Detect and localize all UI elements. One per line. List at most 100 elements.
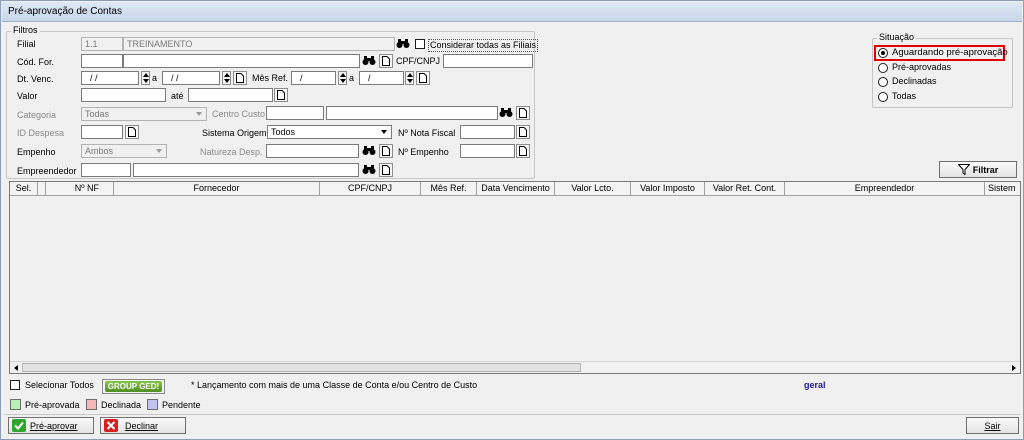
- valor-from-field[interactable]: [81, 88, 166, 102]
- mes-ref-from-field[interactable]: /: [291, 71, 336, 85]
- dt-venc-to-field[interactable]: / /: [162, 71, 220, 85]
- dt-venc-from-field[interactable]: / /: [81, 71, 139, 85]
- n-empenho-field[interactable]: [460, 144, 515, 158]
- new-document-icon[interactable]: [379, 144, 393, 158]
- centro-custo-name-field[interactable]: [326, 106, 498, 120]
- consider-all-label: Considerar todas as Filiais: [428, 39, 539, 52]
- declinar-button[interactable]: Declinar: [100, 417, 186, 434]
- scroll-left-icon[interactable]: [11, 363, 21, 373]
- col-header-vencimento[interactable]: Data Vencimento: [477, 182, 555, 196]
- title-bar: Pré-aprovação de Contas: [2, 2, 1022, 22]
- dt-venc-from-spinner[interactable]: [141, 71, 150, 85]
- new-document-icon[interactable]: [233, 71, 247, 85]
- horizontal-scrollbar[interactable]: [10, 361, 1020, 373]
- group-ged-button[interactable]: GROUP GED!: [102, 379, 165, 394]
- filial-name-field[interactable]: TREINAMENTO: [123, 37, 395, 51]
- binoculars-icon[interactable]: [362, 163, 376, 177]
- new-document-icon[interactable]: [125, 125, 139, 139]
- new-document-icon[interactable]: [274, 88, 288, 102]
- new-document-icon[interactable]: [379, 54, 393, 68]
- mes-ref-label: Mês Ref.: [252, 73, 289, 83]
- select-all-checkbox[interactable]: [10, 380, 20, 390]
- empenho-select[interactable]: Ambos: [81, 144, 167, 158]
- col-header-nf[interactable]: Nº NF: [46, 182, 114, 196]
- col-header-cpf-cnpj[interactable]: CPF/CNPJ: [320, 182, 421, 196]
- empreendedor-code-field[interactable]: [81, 163, 131, 177]
- results-grid[interactable]: Sel. Nº NF Fornecedor CPF/CNPJ Mês Ref. …: [9, 181, 1021, 374]
- consider-all-checkbox[interactable]: [415, 39, 425, 49]
- col-header-valor-ret[interactable]: Valor Ret. Cont.: [705, 182, 785, 196]
- binoculars-icon[interactable]: [499, 106, 513, 120]
- centro-custo-code-field[interactable]: [266, 106, 324, 120]
- nota-fiscal-field[interactable]: [460, 125, 515, 139]
- sistema-origem-value: Todos: [271, 127, 296, 137]
- empenho-value: Ambos: [85, 146, 114, 156]
- col-header-sel[interactable]: Sel.: [10, 182, 38, 196]
- col-header-valor-lcto[interactable]: Valor Lcto.: [555, 182, 631, 196]
- ate-label: até: [171, 91, 184, 101]
- mes-ref-to-spinner[interactable]: [405, 71, 414, 85]
- select-all-label: Selecionar Todos: [25, 380, 94, 390]
- main-window: Pré-aprovação de Contas Filtros Filial 1…: [0, 0, 1024, 440]
- declinar-label: Declinar: [125, 420, 159, 431]
- col-header-flag[interactable]: [38, 182, 46, 196]
- group-ged-logo: GROUP GED!: [104, 381, 163, 392]
- filtrar-button[interactable]: Filtrar: [939, 161, 1017, 178]
- legend-pendente-swatch: [147, 399, 158, 410]
- radio-todas[interactable]: [878, 92, 888, 102]
- legend-declinada-label: Declinada: [101, 400, 142, 410]
- binoculars-icon[interactable]: [396, 37, 410, 51]
- window-title: Pré-aprovação de Contas: [8, 6, 122, 17]
- chevron-down-icon: [378, 126, 390, 138]
- scrollbar-thumb[interactable]: [22, 363, 581, 372]
- cod-for-field[interactable]: [81, 54, 123, 68]
- col-header-fornecedor[interactable]: Fornecedor: [114, 182, 320, 196]
- categoria-value: Todas: [85, 109, 110, 119]
- fornecedor-name-field[interactable]: [123, 54, 360, 68]
- new-document-icon[interactable]: [516, 125, 530, 139]
- sair-button[interactable]: Sair: [966, 417, 1019, 434]
- col-header-mes-ref[interactable]: Mês Ref.: [421, 182, 477, 196]
- a-label: a: [349, 73, 355, 83]
- natureza-field[interactable]: [266, 144, 359, 158]
- funnel-icon: [957, 164, 970, 175]
- id-despesa-label: ID Despesa: [17, 128, 65, 138]
- radio-declinadas-label: Declinadas: [892, 76, 937, 86]
- new-document-icon[interactable]: [516, 144, 530, 158]
- valor-to-field[interactable]: [188, 88, 273, 102]
- col-header-sistema[interactable]: Sistem: [985, 182, 1020, 196]
- sistema-origem-select[interactable]: Todos: [267, 125, 392, 139]
- mes-ref-to-field[interactable]: /: [359, 71, 404, 85]
- categoria-select[interactable]: Todas: [81, 107, 207, 121]
- new-document-icon[interactable]: [516, 106, 530, 120]
- a-label: a: [152, 73, 158, 83]
- sistema-origem-label: Sistema Origem: [202, 128, 267, 138]
- empreendedor-name-field[interactable]: [133, 163, 359, 177]
- check-icon: [12, 419, 26, 432]
- empenho-label: Empenho: [17, 147, 56, 157]
- dt-venc-to-spinner[interactable]: [222, 71, 231, 85]
- filial-code-field[interactable]: 1.1: [81, 37, 123, 51]
- scroll-right-icon[interactable]: [1009, 363, 1019, 373]
- binoculars-icon[interactable]: [362, 54, 376, 68]
- col-header-valor-imposto[interactable]: Valor Imposto: [631, 182, 705, 196]
- new-document-icon[interactable]: [379, 163, 393, 177]
- radio-declinadas[interactable]: [878, 77, 888, 87]
- legend-declinada-swatch: [86, 399, 97, 410]
- natureza-label: Natureza Desp.: [200, 147, 263, 157]
- col-header-empreendedor[interactable]: Empreendedor: [785, 182, 985, 196]
- radio-pre-aprovadas[interactable]: [878, 63, 888, 73]
- radio-aguardando[interactable]: [878, 48, 888, 58]
- filtrar-label: Filtrar: [972, 164, 999, 175]
- id-despesa-field[interactable]: [81, 125, 123, 139]
- mes-ref-from-spinner[interactable]: [338, 71, 347, 85]
- close-icon: [104, 419, 118, 432]
- new-document-icon[interactable]: [416, 71, 430, 85]
- footer-divider: [4, 414, 1020, 415]
- radio-pre-aprovadas-label: Pré-aprovadas: [892, 62, 952, 72]
- binoculars-icon[interactable]: [362, 144, 376, 158]
- pre-aprovar-button[interactable]: Pré-aprovar: [8, 417, 94, 434]
- pre-aprovar-label: Pré-aprovar: [30, 420, 78, 431]
- radio-aguardando-label: Aguardando pré-aprovação: [892, 47, 1008, 58]
- cpf-cnpj-field[interactable]: [443, 54, 533, 68]
